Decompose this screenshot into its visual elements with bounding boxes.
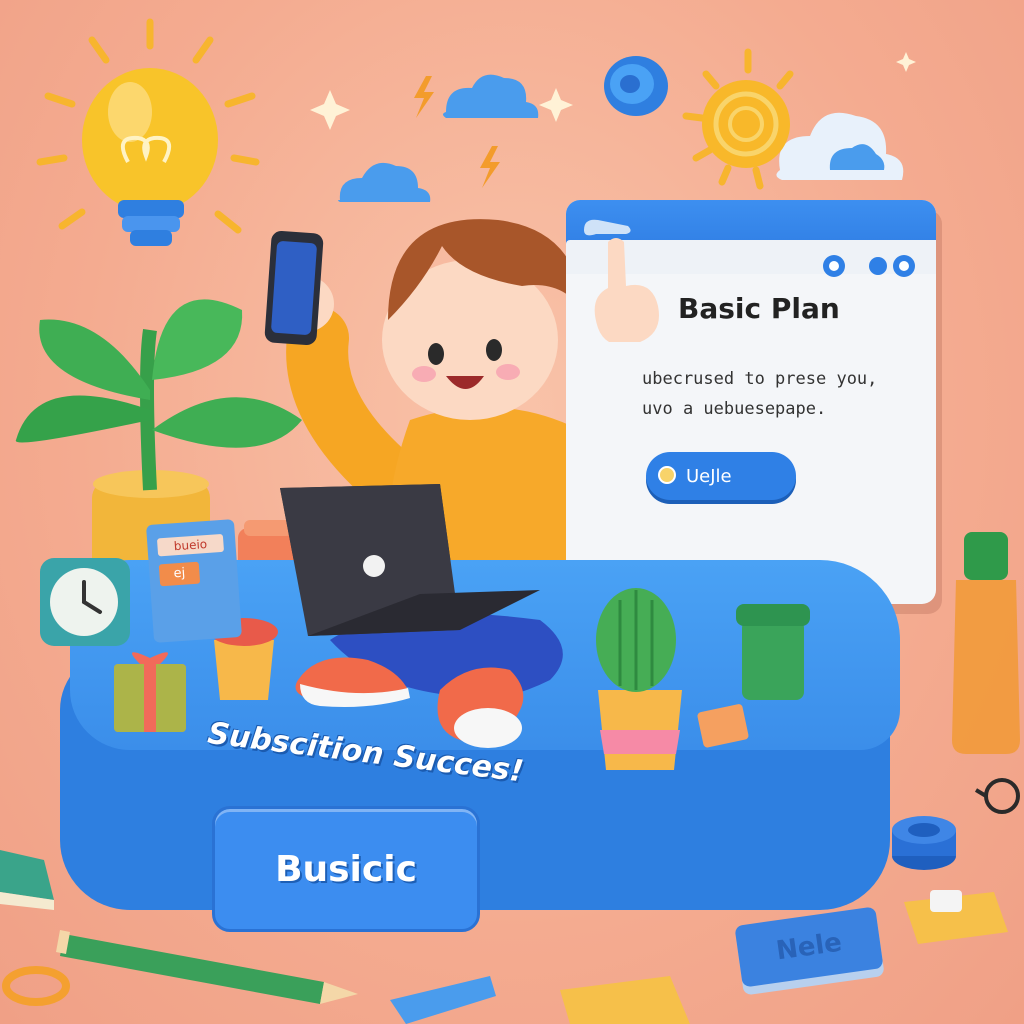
mini-card: bueio ej — [145, 519, 243, 643]
mini-card-label: bueio — [156, 533, 225, 557]
ring-icon — [2, 966, 70, 1006]
mini-card-sub: ej — [158, 561, 201, 587]
notebook-icon — [0, 850, 54, 910]
gift-icon — [114, 652, 186, 732]
pencil-icon — [56, 930, 358, 1004]
tag-icon — [697, 704, 749, 748]
plan-label-plate: Busicic — [212, 806, 480, 932]
character-front — [0, 484, 1020, 1024]
clock-hands — [82, 580, 102, 614]
sticky-note-icon — [904, 890, 1008, 944]
tape-icon — [892, 816, 956, 870]
cactus-icon — [596, 588, 682, 770]
sticky-note-icon — [390, 976, 690, 1024]
cup-icon — [736, 604, 810, 700]
bottle-icon — [952, 532, 1020, 754]
clock-face — [50, 568, 118, 636]
glasses-icon — [974, 778, 1020, 814]
clock-icon — [40, 558, 130, 646]
